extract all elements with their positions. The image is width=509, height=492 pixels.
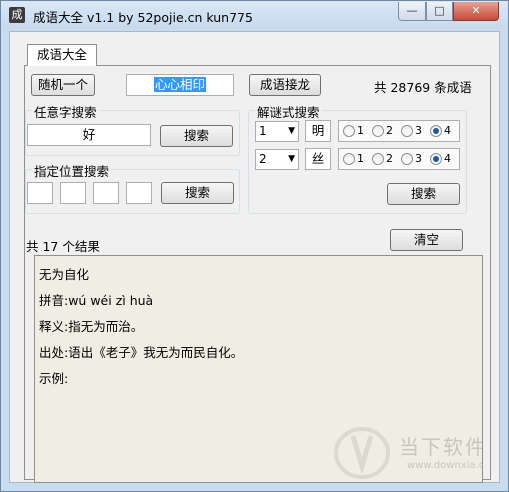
result-line: 无为自化 — [39, 267, 90, 282]
title-bar[interactable]: 成 成语大全 v1.1 by 52pojie.cn kun775 — □ ✕ — [1, 1, 508, 29]
close-button[interactable]: ✕ — [453, 2, 499, 21]
result-line: 出处:语出《老子》我无为而民自化。 — [39, 345, 244, 360]
position-input-1[interactable] — [27, 182, 53, 204]
chevron-down-icon: ▼ — [288, 126, 295, 136]
idiom-count: 共 28769 条成语 — [374, 80, 472, 95]
position-input-2[interactable] — [60, 182, 86, 204]
any-search-group: 任意字搜索 好 搜索 — [25, 102, 240, 156]
riddle-radio-label: 4 — [444, 124, 451, 137]
position-search-title: 指定位置搜索 — [32, 161, 112, 180]
riddle-combo-2[interactable]: 2 ▼ — [255, 149, 299, 170]
riddle-combo-1[interactable]: 1 ▼ — [255, 121, 299, 142]
maximize-icon: □ — [434, 4, 445, 17]
result-line: 示例: — [39, 371, 69, 386]
position-input-3[interactable] — [93, 182, 119, 204]
riddle-radio-2-4[interactable] — [430, 153, 442, 165]
chevron-down-icon: ▼ — [288, 154, 295, 164]
riddle-radio-1-2[interactable] — [372, 125, 384, 137]
clear-button[interactable]: 清空 — [390, 229, 463, 251]
result-count: 共 17 个结果 — [26, 239, 100, 254]
app-icon: 成 — [9, 7, 25, 23]
riddle-radio-label: 1 — [357, 152, 364, 165]
maximize-button[interactable]: □ — [426, 2, 453, 21]
any-search-input[interactable]: 好 — [27, 124, 151, 146]
position-search-button[interactable]: 搜索 — [161, 182, 234, 204]
riddle-radio-group-2: 1 2 3 4 — [338, 148, 460, 170]
riddle-radio-1-1[interactable] — [343, 125, 355, 137]
result-line: 拼音:wú wéi zì huà — [39, 293, 154, 308]
minimize-icon: — — [406, 4, 418, 17]
riddle-radio-label: 4 — [444, 152, 451, 165]
idiom-field[interactable]: 心心相印 — [126, 74, 234, 96]
window-title: 成语大全 v1.1 by 52pojie.cn kun775 — [33, 10, 253, 25]
position-search-group: 指定位置搜索 搜索 — [25, 161, 240, 214]
riddle-search-button[interactable]: 搜索 — [387, 183, 460, 205]
riddle-radio-label: 2 — [386, 124, 393, 137]
any-search-title: 任意字搜索 — [32, 102, 99, 121]
riddle-radio-1-3[interactable] — [401, 125, 413, 137]
riddle-radio-label: 2 — [386, 152, 393, 165]
riddle-radio-2-2[interactable] — [372, 153, 384, 165]
riddle-combo-1-value: 1 — [259, 124, 267, 138]
watermark-text: 当下软件园 — [399, 435, 482, 459]
riddle-radio-label: 3 — [415, 152, 422, 165]
riddle-combo-2-value: 2 — [259, 152, 267, 166]
chain-button[interactable]: 成语接龙 — [249, 74, 321, 96]
idiom-field-text: 心心相印 — [153, 77, 206, 92]
app-window: 成 成语大全 v1.1 by 52pojie.cn kun775 — □ ✕ 成… — [0, 0, 509, 492]
riddle-radio-1-4[interactable] — [430, 125, 442, 137]
riddle-char-2[interactable]: 丝 — [305, 148, 331, 170]
close-icon: ✕ — [471, 4, 481, 17]
random-button[interactable]: 随机一个 — [31, 74, 95, 96]
riddle-radio-group-1: 1 2 3 4 — [338, 120, 460, 142]
riddle-radio-2-1[interactable] — [343, 153, 355, 165]
riddle-char-1[interactable]: 明 — [305, 120, 331, 142]
riddle-radio-label: 3 — [415, 124, 422, 137]
position-input-4[interactable] — [126, 182, 152, 204]
watermark-logo-icon — [334, 427, 390, 479]
watermark-url: www.downxia.com — [407, 460, 482, 471]
result-textarea[interactable]: 无为自化 拼音:wú wéi zì huà 释义:指无为而治。 出处:语出《老子… — [34, 255, 483, 483]
riddle-radio-label: 1 — [357, 124, 364, 137]
riddle-radio-2-3[interactable] — [401, 153, 413, 165]
any-search-button[interactable]: 搜索 — [160, 125, 233, 147]
riddle-search-title: 解谜式搜索 — [255, 102, 322, 121]
tab-idioms[interactable]: 成语大全 — [27, 44, 97, 66]
minimize-button[interactable]: — — [398, 2, 426, 21]
riddle-search-group: 解谜式搜索 1 ▼ 明 1 2 3 4 2 ▼ 丝 1 2 3 4 搜索 — [248, 102, 467, 214]
result-line: 释义:指无为而治。 — [39, 319, 144, 334]
